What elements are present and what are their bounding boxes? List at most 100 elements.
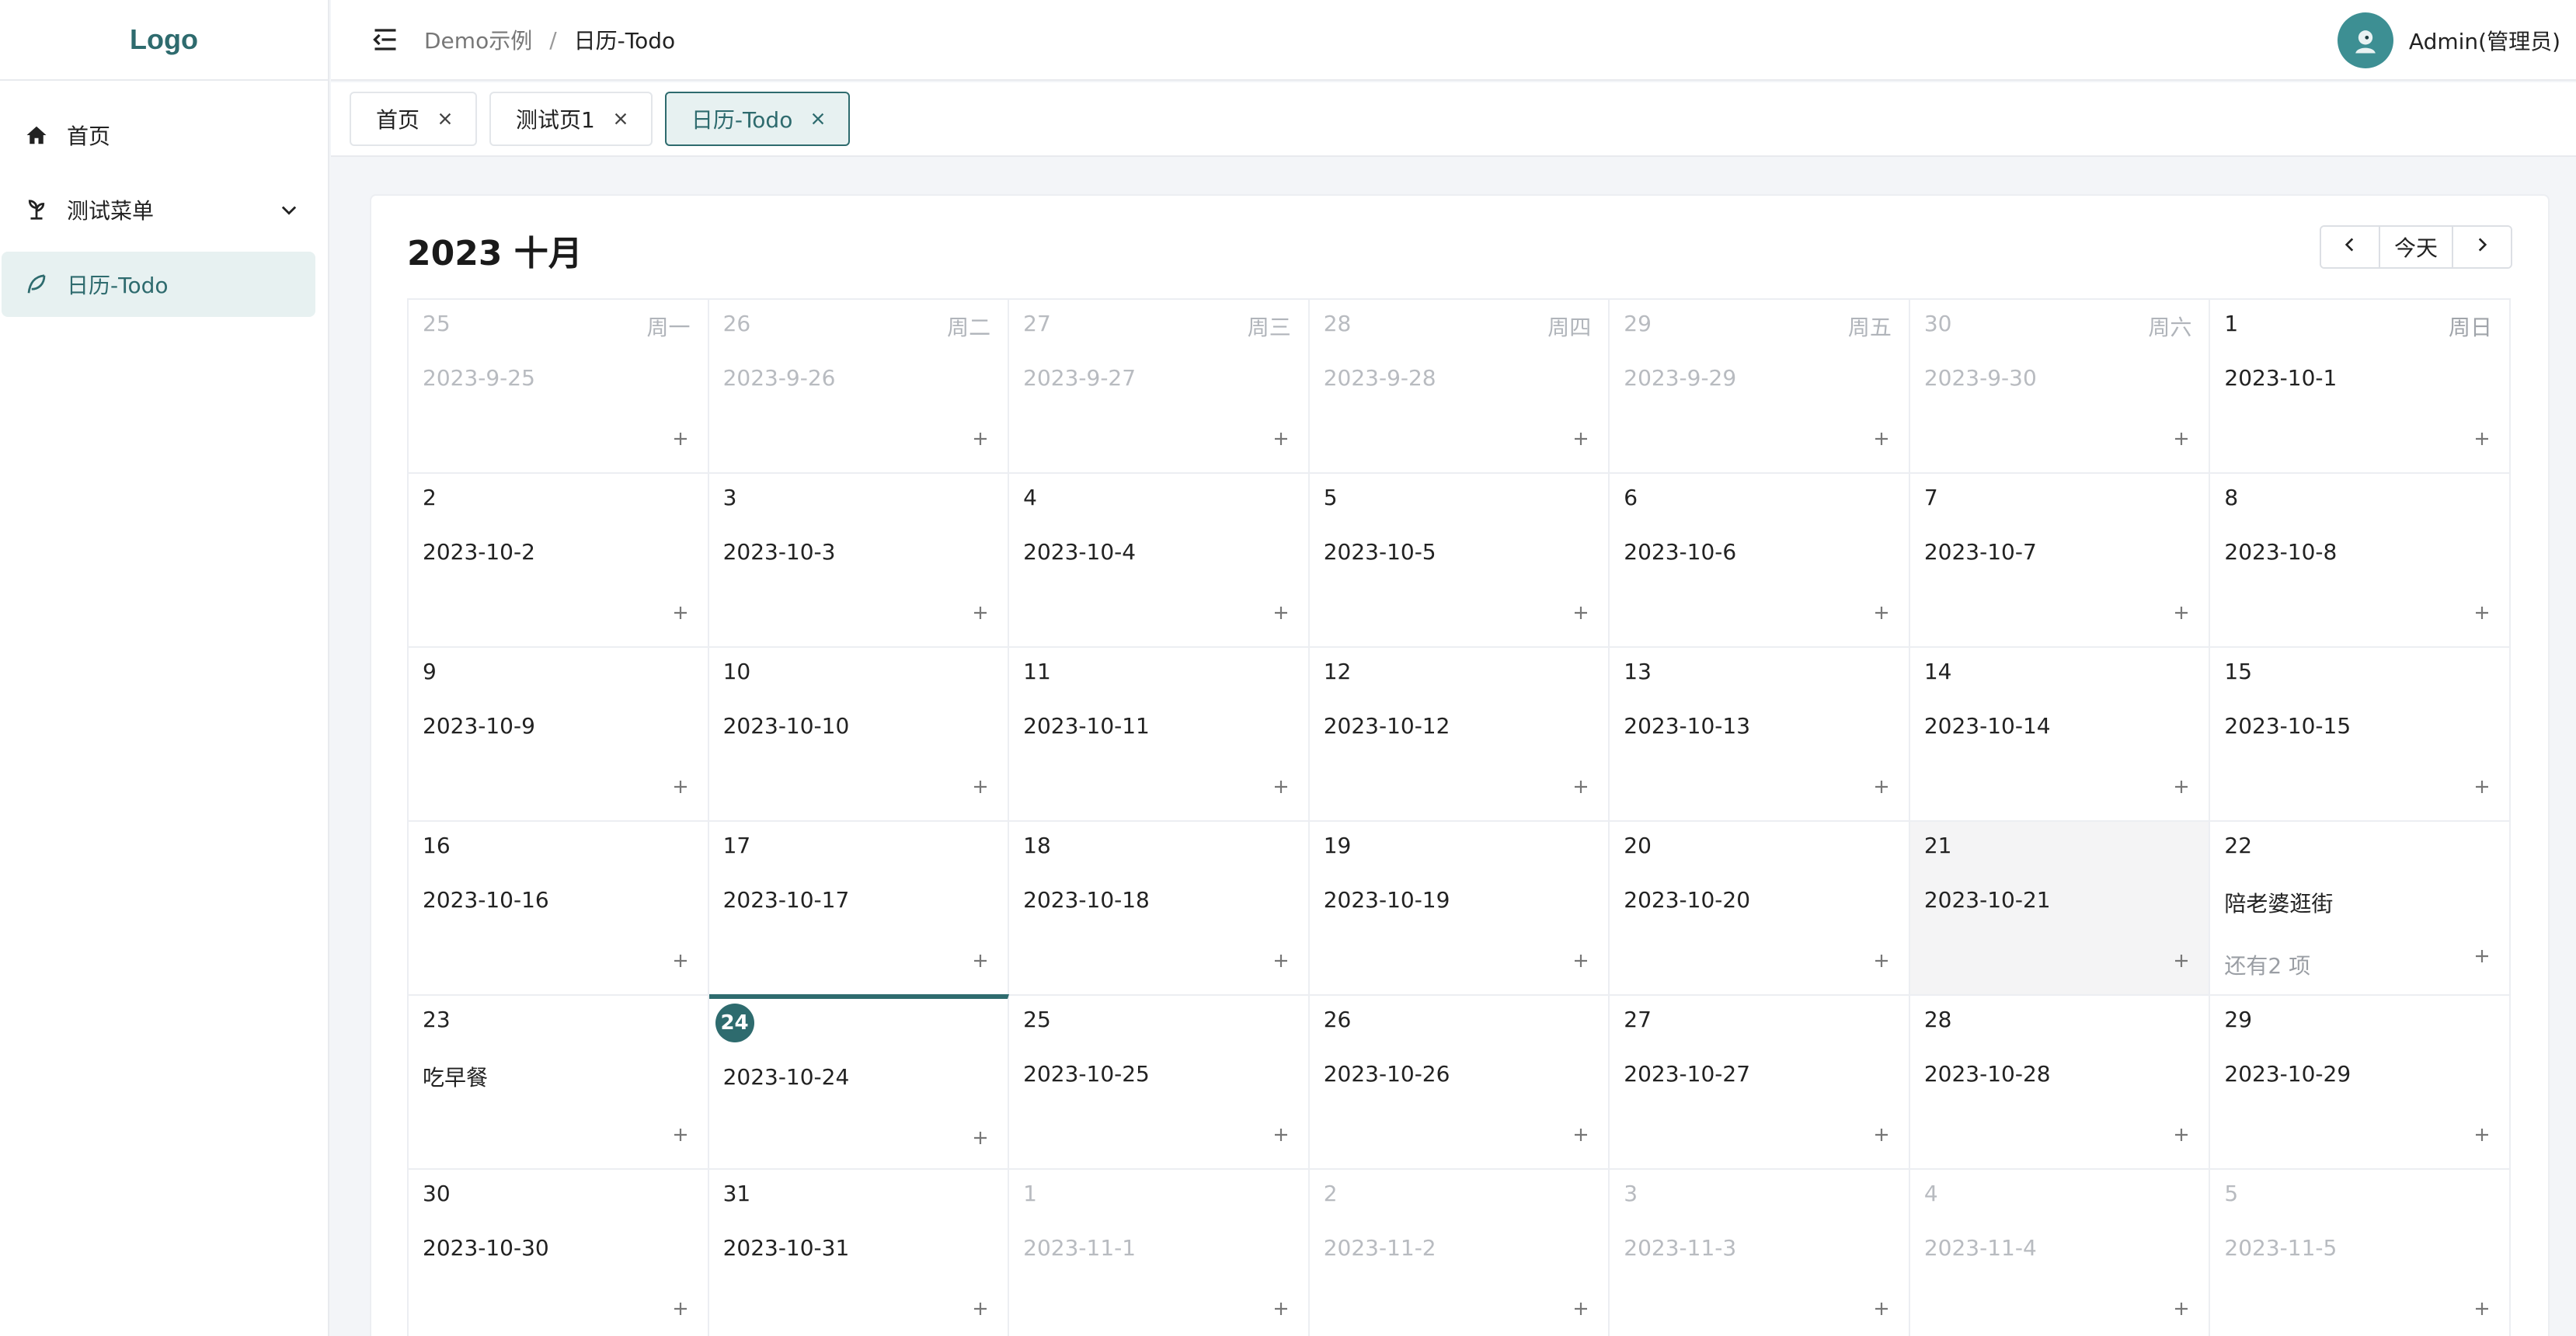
calendar-day-cell[interactable]: 18 2023-10-18 xyxy=(1009,822,1310,996)
add-todo-icon[interactable] xyxy=(1871,603,1892,623)
day-event[interactable]: 2023-10-28 xyxy=(1924,1061,2051,1087)
day-event[interactable]: 2023-11-3 xyxy=(1624,1235,1736,1261)
add-todo-icon[interactable] xyxy=(2472,946,2492,966)
calendar-day-cell[interactable]: 1 周日 2023-10-1 xyxy=(2210,300,2511,474)
day-event[interactable]: 2023-10-14 xyxy=(1924,713,2051,739)
calendar-day-cell[interactable]: 9 2023-10-9 xyxy=(409,648,709,822)
day-event[interactable]: 2023-10-31 xyxy=(723,1235,850,1261)
calendar-day-cell[interactable]: 15 2023-10-15 xyxy=(2210,648,2511,822)
day-event[interactable]: 2023-10-19 xyxy=(1324,887,1450,913)
calendar-day-cell[interactable]: 31 2023-10-31 xyxy=(708,1170,1010,1336)
day-event[interactable]: 2023-10-1 xyxy=(2224,365,2337,391)
add-todo-icon[interactable] xyxy=(1871,1299,1892,1319)
calendar-day-cell[interactable]: 12 2023-10-12 xyxy=(1309,648,1610,822)
add-todo-icon[interactable] xyxy=(670,1125,691,1145)
calendar-day-cell[interactable]: 14 2023-10-14 xyxy=(1909,648,2211,822)
calendar-day-cell[interactable]: 7 2023-10-7 xyxy=(1909,474,2211,648)
day-event[interactable]: 2023-10-5 xyxy=(1324,539,1436,565)
day-event[interactable]: 2023-9-25 xyxy=(423,365,535,391)
calendar-day-cell[interactable]: 13 2023-10-13 xyxy=(1610,648,1910,822)
day-event[interactable]: 吃早餐 xyxy=(423,1061,488,1092)
calendar-day-cell[interactable]: 16 2023-10-16 xyxy=(409,822,709,996)
day-event[interactable]: 2023-11-4 xyxy=(1924,1235,2037,1261)
day-event[interactable]: 2023-11-5 xyxy=(2224,1235,2337,1261)
calendar-day-cell[interactable]: 2 2023-11-2 xyxy=(1309,1170,1610,1336)
add-todo-icon[interactable] xyxy=(1571,951,1591,971)
day-event[interactable]: 2023-9-26 xyxy=(723,365,836,391)
add-todo-icon[interactable] xyxy=(1571,603,1591,623)
day-event[interactable]: 2023-10-12 xyxy=(1324,713,1450,739)
day-event[interactable]: 2023-10-8 xyxy=(2224,539,2337,565)
calendar-day-cell[interactable]: 28 2023-10-28 xyxy=(1909,996,2211,1170)
add-todo-icon[interactable] xyxy=(2171,1125,2191,1145)
calendar-day-cell[interactable]: 25 2023-10-25 xyxy=(1009,996,1310,1170)
calendar-day-cell[interactable]: 30 2023-10-30 xyxy=(409,1170,709,1336)
calendar-day-cell[interactable]: 27 周三 2023-9-27 xyxy=(1009,300,1310,474)
add-todo-icon[interactable] xyxy=(2472,1125,2492,1145)
day-event[interactable]: 2023-9-29 xyxy=(1624,365,1736,391)
add-todo-icon[interactable] xyxy=(2171,1299,2191,1319)
logo[interactable]: Logo xyxy=(0,0,328,81)
day-event[interactable]: 2023-10-16 xyxy=(423,887,549,913)
add-todo-icon[interactable] xyxy=(1271,603,1291,623)
day-event[interactable]: 2023-10-10 xyxy=(723,713,850,739)
calendar-day-cell[interactable]: 3 2023-11-3 xyxy=(1610,1170,1910,1336)
calendar-day-cell[interactable]: 26 2023-10-26 xyxy=(1309,996,1610,1170)
add-todo-icon[interactable] xyxy=(970,777,990,797)
close-icon[interactable] xyxy=(435,109,455,129)
tab-test-page-1[interactable]: 测试页1 xyxy=(489,92,653,146)
add-todo-icon[interactable] xyxy=(2472,429,2492,449)
calendar-day-cell[interactable]: 26 周二 2023-9-26 xyxy=(708,300,1010,474)
breadcrumb-item[interactable]: Demo示例 xyxy=(424,24,532,55)
add-todo-icon[interactable] xyxy=(1271,429,1291,449)
day-event[interactable]: 2023-9-28 xyxy=(1324,365,1436,391)
calendar-day-cell[interactable]: 28 周四 2023-9-28 xyxy=(1309,300,1610,474)
add-todo-icon[interactable] xyxy=(2472,777,2492,797)
calendar-day-cell[interactable]: 6 2023-10-6 xyxy=(1610,474,1910,648)
add-todo-icon[interactable] xyxy=(670,429,691,449)
more-events-link[interactable]: 还有2 项 xyxy=(2224,949,2310,980)
day-event[interactable]: 2023-10-26 xyxy=(1324,1061,1450,1087)
calendar-day-cell[interactable]: 23 吃早餐 xyxy=(409,996,709,1170)
calendar-day-cell[interactable]: 27 2023-10-27 xyxy=(1610,996,1910,1170)
day-event[interactable]: 2023-10-15 xyxy=(2224,713,2351,739)
today-button[interactable]: 今天 xyxy=(2379,227,2453,267)
calendar-day-cell[interactable]: 1 2023-11-1 xyxy=(1009,1170,1310,1336)
calendar-day-cell[interactable]: 5 2023-11-5 xyxy=(2210,1170,2511,1336)
day-event[interactable]: 2023-10-3 xyxy=(723,539,836,565)
sidebar-item-calendar-todo[interactable]: 日历-Todo xyxy=(2,252,315,317)
day-event[interactable]: 陪老婆逛街 xyxy=(2224,887,2333,918)
add-todo-icon[interactable] xyxy=(670,951,691,971)
day-event[interactable]: 2023-10-20 xyxy=(1624,887,1750,913)
day-event[interactable]: 2023-9-27 xyxy=(1023,365,1136,391)
add-todo-icon[interactable] xyxy=(1571,1125,1591,1145)
day-event[interactable]: 2023-10-13 xyxy=(1624,713,1750,739)
add-todo-icon[interactable] xyxy=(970,603,990,623)
menu-fold-icon[interactable] xyxy=(370,24,401,55)
day-event[interactable]: 2023-10-11 xyxy=(1023,713,1150,739)
day-event[interactable]: 2023-9-30 xyxy=(1924,365,2037,391)
calendar-day-cell[interactable]: 30 周六 2023-9-30 xyxy=(1909,300,2211,474)
calendar-day-cell[interactable]: 21 2023-10-21 xyxy=(1909,822,2211,996)
add-todo-icon[interactable] xyxy=(670,603,691,623)
day-event[interactable]: 2023-10-2 xyxy=(423,539,535,565)
add-todo-icon[interactable] xyxy=(1871,429,1892,449)
close-icon[interactable] xyxy=(808,109,828,129)
add-todo-icon[interactable] xyxy=(2171,603,2191,623)
add-todo-icon[interactable] xyxy=(1271,777,1291,797)
calendar-day-cell[interactable]: 11 2023-10-11 xyxy=(1009,648,1310,822)
add-todo-icon[interactable] xyxy=(1271,951,1291,971)
add-todo-icon[interactable] xyxy=(1871,777,1892,797)
calendar-day-cell[interactable]: 10 2023-10-10 xyxy=(708,648,1010,822)
add-todo-icon[interactable] xyxy=(2472,1299,2492,1319)
day-event[interactable]: 2023-10-6 xyxy=(1624,539,1736,565)
calendar-day-cell[interactable]: 4 2023-11-4 xyxy=(1909,1170,2211,1336)
sidebar-item-home[interactable]: 首页 xyxy=(2,103,315,168)
add-todo-icon[interactable] xyxy=(2472,603,2492,623)
add-todo-icon[interactable] xyxy=(970,951,990,971)
calendar-day-cell[interactable]: 29 2023-10-29 xyxy=(2210,996,2511,1170)
calendar-day-cell[interactable]: 19 2023-10-19 xyxy=(1309,822,1610,996)
day-event[interactable]: 2023-10-27 xyxy=(1624,1061,1750,1087)
add-todo-icon[interactable] xyxy=(2171,951,2191,971)
user-menu[interactable]: Admin(管理员) xyxy=(2337,0,2560,81)
